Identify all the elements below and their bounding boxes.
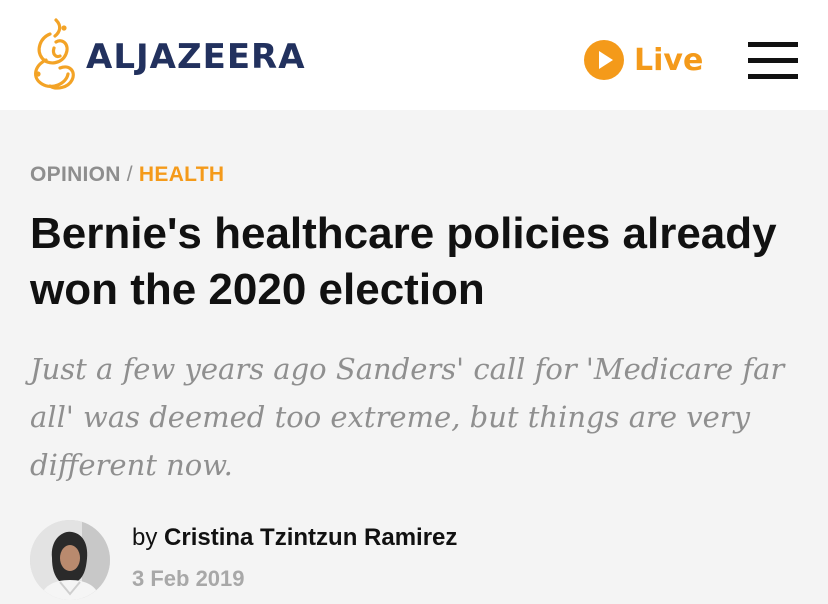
brand-wordmark: ALJAZEERA: [86, 37, 306, 77]
site-logo[interactable]: ALJAZEERA: [26, 12, 306, 96]
publish-date: 3 Feb 2019: [132, 566, 245, 591]
article-subtitle: Just a few years ago Sanders' call for '…: [30, 352, 785, 482]
byline: by Cristina Tzintzun Ramirez: [132, 524, 457, 552]
breadcrumb-opinion[interactable]: OPINION: [30, 163, 121, 186]
author-avatar[interactable]: [30, 520, 110, 600]
breadcrumb: OPINION / HEALTH: [30, 163, 224, 187]
live-button[interactable]: Live: [584, 40, 703, 80]
live-label: Live: [634, 42, 704, 78]
aljazeera-logo-icon: [34, 18, 75, 90]
byline-prefix: by: [132, 524, 158, 551]
hamburger-menu-icon[interactable]: [748, 40, 798, 80]
play-circle-icon: [584, 40, 624, 80]
author-link[interactable]: Cristina Tzintzun Ramirez: [164, 524, 457, 551]
author-photo: [30, 520, 110, 600]
site-header: ALJAZEERA Live: [0, 0, 828, 110]
breadcrumb-separator: /: [126, 163, 133, 186]
breadcrumb-health[interactable]: HEALTH: [139, 163, 224, 186]
article-title: Bernie's healthcare policies already won…: [30, 209, 777, 314]
